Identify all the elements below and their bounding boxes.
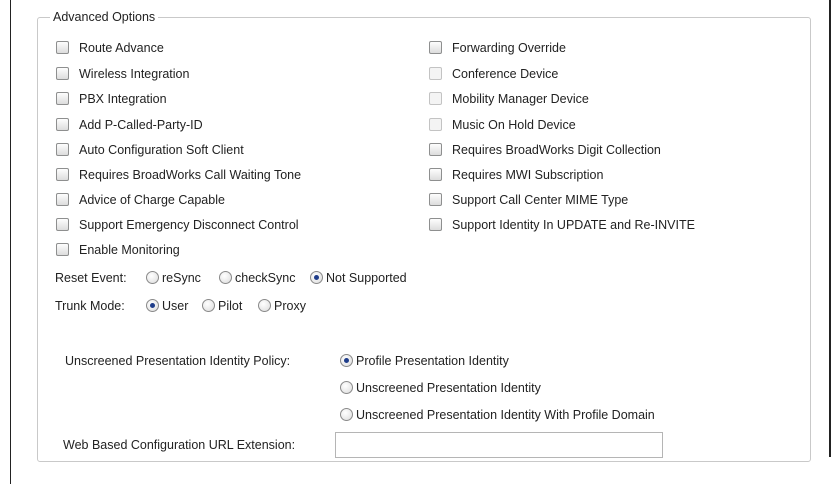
checkbox-mobility-manager-device[interactable]: Mobility Manager Device: [429, 91, 589, 107]
trunk-mode-label: Trunk Mode:: [55, 299, 125, 313]
radio-button-selected[interactable]: [310, 271, 323, 284]
checkbox-box[interactable]: [56, 218, 69, 231]
radio-button[interactable]: [219, 271, 232, 284]
checkbox-box[interactable]: [56, 193, 69, 206]
checkbox-forwarding-override[interactable]: Forwarding Override: [429, 40, 566, 56]
radio-profile-presentation-identity[interactable]: Profile Presentation Identity: [340, 353, 509, 369]
radio-button[interactable]: [340, 408, 353, 421]
checkbox-box[interactable]: [429, 143, 442, 156]
checkbox-support-emergency-disconnect-control[interactable]: Support Emergency Disconnect Control: [56, 217, 299, 233]
checkbox-box[interactable]: [56, 41, 69, 54]
checkbox-music-on-hold-device[interactable]: Music On Hold Device: [429, 117, 576, 133]
reset-event-label: Reset Event:: [55, 271, 127, 285]
radio-button[interactable]: [146, 271, 159, 284]
radio-trunk-mode-user[interactable]: User: [146, 298, 188, 314]
unscreened-policy-label: Unscreened Presentation Identity Policy:: [65, 354, 291, 368]
radio-trunk-mode-proxy[interactable]: Proxy: [258, 298, 306, 314]
checkbox-box-disabled: [429, 92, 442, 105]
radio-button-selected[interactable]: [146, 299, 159, 312]
radio-button[interactable]: [202, 299, 215, 312]
checkbox-advice-of-charge-capable[interactable]: Advice of Charge Capable: [56, 192, 225, 208]
checkbox-box[interactable]: [429, 41, 442, 54]
checkbox-requires-digit-collection[interactable]: Requires BroadWorks Digit Collection: [429, 142, 661, 158]
checkbox-box[interactable]: [56, 143, 69, 156]
radio-unscreened-with-profile-domain[interactable]: Unscreened Presentation Identity With Pr…: [340, 407, 655, 423]
checkbox-box[interactable]: [429, 193, 442, 206]
checkbox-box-disabled: [429, 118, 442, 131]
radio-reset-event-resync[interactable]: reSync: [146, 270, 201, 286]
window-frame-right: [829, 0, 831, 457]
radio-reset-event-checksync[interactable]: checkSync: [219, 270, 295, 286]
checkbox-requires-mwi-subscription[interactable]: Requires MWI Subscription: [429, 167, 603, 183]
web-config-url-label: Web Based Configuration URL Extension:: [63, 438, 296, 452]
checkbox-wireless-integration[interactable]: Wireless Integration: [56, 66, 189, 82]
checkbox-box[interactable]: [56, 92, 69, 105]
advanced-options-legend: Advanced Options: [53, 10, 156, 24]
checkbox-box[interactable]: [56, 243, 69, 256]
window-frame-left: [10, 0, 11, 484]
radio-button[interactable]: [340, 381, 353, 394]
checkbox-route-advance[interactable]: Route Advance: [56, 40, 164, 56]
checkbox-add-p-called-party-id[interactable]: Add P-Called-Party-ID: [56, 117, 203, 133]
checkbox-box[interactable]: [429, 168, 442, 181]
checkbox-enable-monitoring[interactable]: Enable Monitoring: [56, 242, 180, 258]
checkbox-auto-configuration-soft-client[interactable]: Auto Configuration Soft Client: [56, 142, 244, 158]
checkbox-support-identity-in-update[interactable]: Support Identity In UPDATE and Re-INVITE: [429, 217, 695, 233]
radio-unscreened-presentation-identity[interactable]: Unscreened Presentation Identity: [340, 380, 541, 396]
web-config-url-input[interactable]: [335, 432, 663, 458]
checkbox-conference-device[interactable]: Conference Device: [429, 66, 558, 82]
checkbox-requires-call-waiting-tone[interactable]: Requires BroadWorks Call Waiting Tone: [56, 167, 301, 183]
checkbox-pbx-integration[interactable]: PBX Integration: [56, 91, 167, 107]
radio-reset-event-not-supported[interactable]: Not Supported: [310, 270, 407, 286]
radio-button-selected[interactable]: [340, 354, 353, 367]
checkbox-box-disabled: [429, 67, 442, 80]
checkbox-support-call-center-mime-type[interactable]: Support Call Center MIME Type: [429, 192, 628, 208]
radio-trunk-mode-pilot[interactable]: Pilot: [202, 298, 242, 314]
checkbox-box[interactable]: [56, 67, 69, 80]
checkbox-box[interactable]: [429, 218, 442, 231]
radio-button[interactable]: [258, 299, 271, 312]
checkbox-box[interactable]: [56, 168, 69, 181]
checkbox-box[interactable]: [56, 118, 69, 131]
